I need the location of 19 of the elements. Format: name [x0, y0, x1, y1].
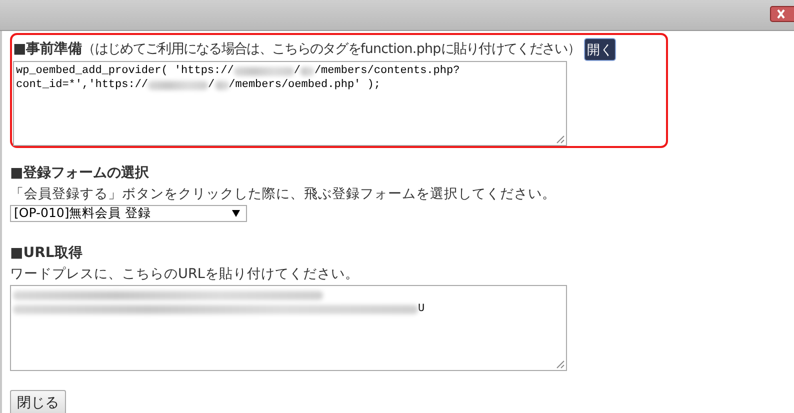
section-heading: ■事前準備: [13, 40, 82, 58]
section-description: 「会員登録する」ボタンをクリックした際に、飛ぶ登録フォームを選択してください。: [10, 185, 557, 203]
setup-note: （はじめてご利用になる場合は、こちらのタグをfunction.phpに貼り付けてください）: [82, 41, 580, 58]
blurred-text: [148, 80, 208, 90]
blurred-text: [214, 80, 229, 90]
code-textarea[interactable]: U: [10, 285, 567, 371]
dropdown-arrow-icon: [232, 210, 240, 217]
close-icon[interactable]: [770, 6, 794, 22]
section-description: ワードプレスに、こちらのURLを貼り付けてください。: [10, 265, 360, 283]
form-select[interactable]: [OP-010]無料会員 登録: [10, 205, 247, 222]
blurred-text: [300, 66, 314, 76]
section-heading: ■URL取得: [10, 244, 84, 262]
close-button[interactable]: 閉じる: [10, 390, 66, 413]
code-textarea[interactable]: wp_oembed_add_provider( 'https:// / /members/contents.php? cont_id=*','https:// / /members/oembed.php' );: [13, 61, 567, 146]
section-heading: ■登録フォームの選択: [10, 164, 150, 182]
open-button[interactable]: 開く: [584, 38, 616, 60]
resize-grip-icon[interactable]: [556, 135, 565, 144]
resize-grip-icon[interactable]: [556, 360, 565, 369]
blurred-text: [234, 66, 294, 76]
